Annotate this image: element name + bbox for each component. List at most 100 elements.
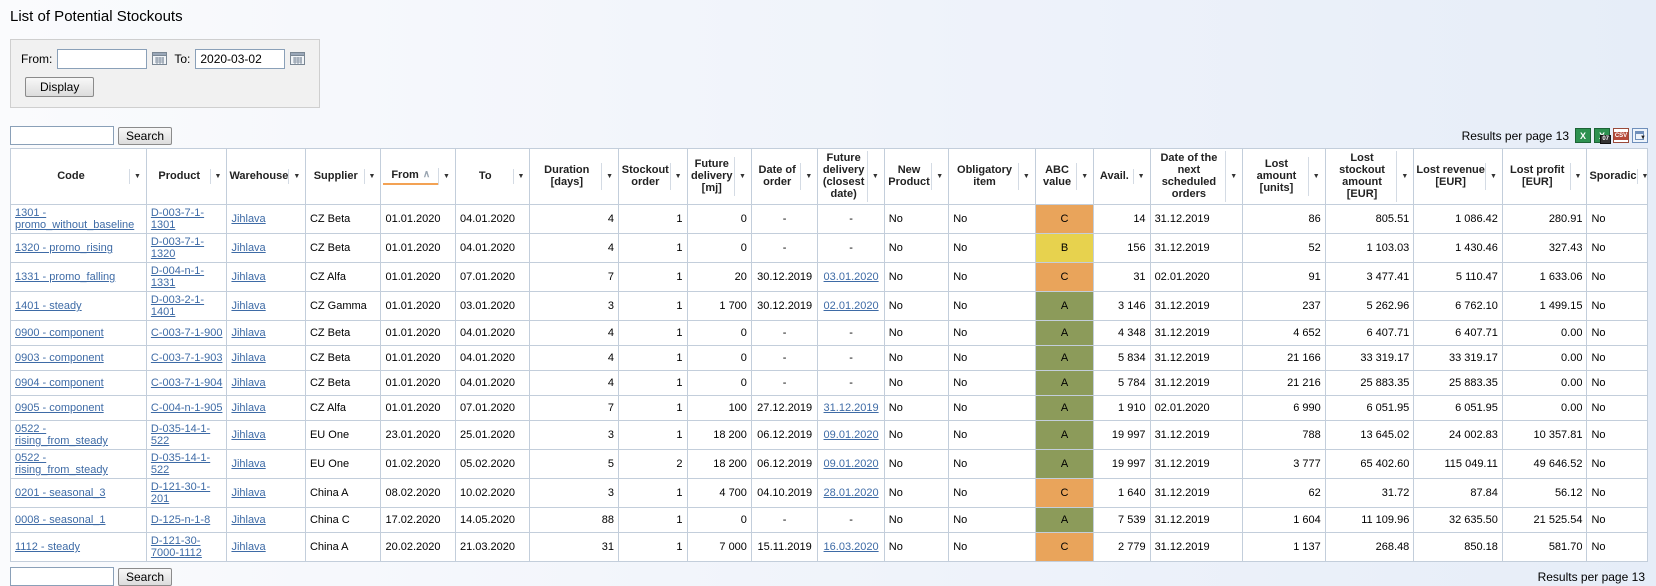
warehouse-link[interactable]: Jihlava (231, 327, 265, 339)
product-link[interactable]: D-003-2-1-1401 (151, 294, 204, 318)
col-header-lost_stockout_amount[interactable]: Lost stockout amount [EUR]▼ (1325, 149, 1414, 205)
col-header-obligatory_item[interactable]: Obligatory item▼ (949, 149, 1036, 205)
column-filter-arrow-icon[interactable]: ▼ (513, 169, 528, 184)
product-link[interactable]: C-003-7-1-903 (151, 352, 223, 364)
col-header-next_scheduled[interactable]: Date of the next scheduled orders▼ (1150, 149, 1243, 205)
display-button[interactable]: Display (25, 77, 94, 97)
code-link[interactable]: 0522 - rising_from_steady (15, 452, 108, 476)
search-button-top[interactable]: Search (118, 127, 172, 145)
warehouse-link[interactable]: Jihlava (231, 429, 265, 441)
product-link[interactable]: D-121-30-1-201 (151, 481, 210, 505)
code-link[interactable]: 0900 - component (15, 327, 104, 339)
col-header-warehouse[interactable]: Warehouse▼ (227, 149, 306, 205)
from-date-input[interactable] (57, 49, 147, 69)
code-link[interactable]: 1331 - promo_falling (15, 271, 115, 283)
warehouse-link[interactable]: Jihlava (231, 402, 265, 414)
warehouse-link[interactable]: Jihlava (231, 271, 265, 283)
warehouse-link[interactable]: Jihlava (231, 300, 265, 312)
calendar-icon[interactable] (290, 51, 307, 67)
column-filter-arrow-icon[interactable]: ▼ (601, 163, 616, 190)
future_delivery_closest-link[interactable]: 02.01.2020 (824, 300, 879, 312)
product-link[interactable]: C-003-7-1-904 (151, 377, 223, 389)
col-header-lost_amount[interactable]: Lost amount [units]▼ (1243, 149, 1326, 205)
product-link[interactable]: D-004-n-1-1331 (151, 265, 204, 289)
code-link[interactable]: 0522 - rising_from_steady (15, 423, 108, 447)
code-link[interactable]: 1320 - promo_rising (15, 242, 113, 254)
column-filter-arrow-icon[interactable]: ▼ (1396, 151, 1411, 202)
column-settings-icon[interactable]: ▼ (1632, 128, 1648, 143)
calendar-icon[interactable] (152, 51, 169, 67)
column-filter-arrow-icon[interactable]: ▼ (800, 163, 815, 190)
col-header-lost_profit[interactable]: Lost profit [EUR]▼ (1502, 149, 1587, 205)
column-filter-arrow-icon[interactable]: ▼ (1018, 163, 1033, 190)
column-filter-arrow-icon[interactable]: ▼ (1076, 163, 1091, 190)
search-button-bottom[interactable]: Search (118, 568, 172, 586)
col-header-avail[interactable]: Avail.▼ (1094, 149, 1150, 205)
col-header-product[interactable]: Product▼ (146, 149, 227, 205)
col-header-future_delivery[interactable]: Future delivery [mj]▼ (687, 149, 751, 205)
future_delivery_closest-link[interactable]: 16.03.2020 (824, 541, 879, 553)
warehouse-link[interactable]: Jihlava (231, 514, 265, 526)
column-filter-arrow-icon[interactable]: ▼ (364, 169, 379, 184)
product-link[interactable]: D-125-n-1-8 (151, 514, 210, 526)
column-filter-arrow-icon[interactable]: ▼ (1133, 169, 1148, 184)
product-link[interactable]: D-035-14-1-522 (151, 423, 210, 447)
column-filter-arrow-icon[interactable]: ▼ (288, 169, 303, 184)
future_delivery_closest-link[interactable]: 31.12.2019 (824, 402, 879, 414)
col-header-to[interactable]: To▼ (455, 149, 530, 205)
column-filter-arrow-icon[interactable]: ▼ (1570, 163, 1585, 190)
warehouse-link[interactable]: Jihlava (231, 242, 265, 254)
to-date-input[interactable] (195, 49, 285, 69)
column-filter-arrow-icon[interactable]: ▼ (210, 169, 225, 184)
product-link[interactable]: D-121-30-7000-1112 (151, 535, 202, 559)
column-filter-arrow-icon[interactable]: ▼ (1485, 163, 1500, 190)
code-link[interactable]: 0903 - component (15, 352, 104, 364)
col-header-future_delivery_closest[interactable]: Future delivery (closest date)▼ (818, 149, 884, 205)
col-header-sporadic[interactable]: Sporadic▼ (1587, 149, 1648, 205)
code-link[interactable]: 0008 - seasonal_1 (15, 514, 106, 526)
col-header-new_product[interactable]: New Product▼ (884, 149, 948, 205)
export-csv-icon[interactable]: CSV (1613, 128, 1629, 143)
code-link[interactable]: 0905 - component (15, 402, 104, 414)
column-filter-arrow-icon[interactable]: ▼ (931, 163, 946, 190)
warehouse-link[interactable]: Jihlava (231, 352, 265, 364)
column-filter-arrow-icon[interactable]: ▼ (129, 169, 144, 184)
code-link[interactable]: 1301 - promo_without_baseline (15, 207, 134, 231)
column-filter-arrow-icon[interactable]: ▼ (734, 157, 749, 196)
column-filter-arrow-icon[interactable]: ▼ (1637, 169, 1648, 184)
col-header-supplier[interactable]: Supplier▼ (305, 149, 381, 205)
table-search-input-bottom[interactable] (10, 567, 114, 586)
export-xlsx-icon[interactable]: X07 (1594, 128, 1610, 143)
future_delivery_closest-link[interactable]: 28.01.2020 (824, 487, 879, 499)
code-link[interactable]: 1401 - steady (15, 300, 82, 312)
col-header-abc_value[interactable]: ABC value▼ (1035, 149, 1093, 205)
results-per-page-value-top[interactable]: 13 (1556, 129, 1569, 143)
warehouse-link[interactable]: Jihlava (231, 213, 265, 225)
col-header-stockout_order[interactable]: Stockout order▼ (619, 149, 687, 205)
col-header-duration[interactable]: Duration [days]▼ (530, 149, 619, 205)
col-header-date_of_order[interactable]: Date of order▼ (751, 149, 817, 205)
code-link[interactable]: 1112 - steady (15, 541, 80, 553)
product-link[interactable]: D-003-7-1-1301 (151, 207, 204, 231)
future_delivery_closest-link[interactable]: 03.01.2020 (824, 271, 879, 283)
warehouse-link[interactable]: Jihlava (231, 487, 265, 499)
column-filter-arrow-icon[interactable]: ▼ (670, 163, 685, 190)
col-header-code[interactable]: Code▼ (11, 149, 147, 205)
col-header-lost_revenue[interactable]: Lost revenue [EUR]▼ (1414, 149, 1503, 205)
column-filter-arrow-icon[interactable]: ▼ (867, 151, 882, 202)
product-link[interactable]: C-003-7-1-900 (151, 327, 223, 339)
warehouse-link[interactable]: Jihlava (231, 541, 265, 553)
product-link[interactable]: D-003-7-1-1320 (151, 236, 204, 260)
table-search-input-top[interactable] (10, 126, 114, 145)
column-filter-arrow-icon[interactable]: ▼ (438, 168, 453, 185)
col-header-from[interactable]: From∧▼ (381, 149, 456, 205)
future_delivery_closest-link[interactable]: 09.01.2020 (824, 458, 879, 470)
warehouse-link[interactable]: Jihlava (231, 377, 265, 389)
code-link[interactable]: 0201 - seasonal_3 (15, 487, 106, 499)
product-link[interactable]: C-004-n-1-905 (151, 402, 223, 414)
code-link[interactable]: 0904 - component (15, 377, 104, 389)
product-link[interactable]: D-035-14-1-522 (151, 452, 210, 476)
column-filter-arrow-icon[interactable]: ▼ (1225, 151, 1240, 202)
warehouse-link[interactable]: Jihlava (231, 458, 265, 470)
export-xls-icon[interactable]: X (1575, 128, 1591, 143)
